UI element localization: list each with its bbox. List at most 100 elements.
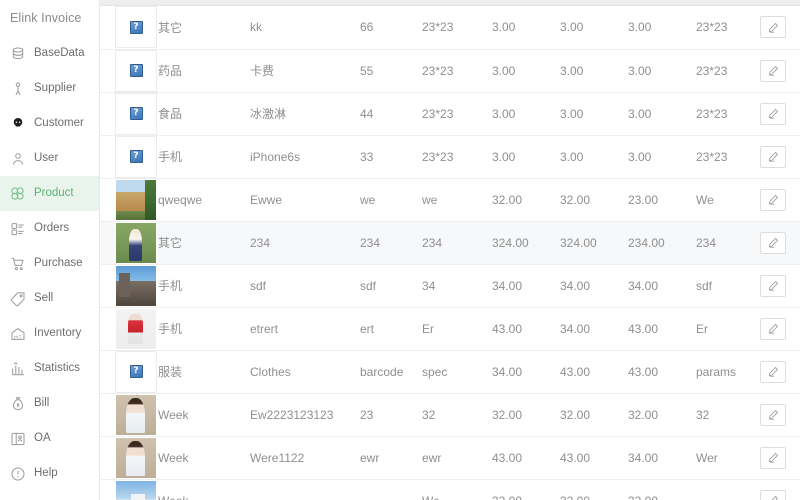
product-thumbnail[interactable] [115,480,157,500]
edit-row-button[interactable] [760,361,786,383]
edit-row-button[interactable] [760,318,786,340]
sidebar-item-basedata[interactable]: BaseData [0,36,99,71]
warehouse-icon [9,325,26,342]
sidebar-item-label: Sell [34,293,53,305]
cell-name: iPhone6s [250,135,360,178]
database-icon [9,45,26,62]
sidebar-item-oa[interactable]: OA [0,421,99,456]
product-thumbnail[interactable]: ? [115,6,157,48]
table-row[interactable]: 其它234234234324.00324.00234.00234 [100,221,800,264]
cell-category: 食品 [158,92,250,135]
table-row[interactable]: WeekWe32.0032.0032.00 [100,479,800,500]
cell-name: kk [250,6,360,49]
table-row[interactable]: ?其它kk6623*233.003.003.0023*23 [100,6,800,49]
cell-params: 234 [696,221,760,264]
cell-price3: 34.00 [628,264,696,307]
table-row[interactable]: ?服装Clothesbarcodespec34.0043.0043.00para… [100,350,800,393]
table-row[interactable]: 手机etrertertEr43.0034.0043.00Er [100,307,800,350]
sidebar-item-purchase[interactable]: Purchase [0,246,99,281]
cell-image: ? [100,135,158,178]
product-thumbnail[interactable] [115,437,157,479]
pencil-edit-icon [768,237,779,248]
table-row[interactable]: qweqweEwwewewe32.0032.0023.00We [100,178,800,221]
cell-name: 234 [250,221,360,264]
cell-category: 其它 [158,6,250,49]
cell-action [760,393,800,436]
cell-category: 药品 [158,49,250,92]
edit-row-button[interactable] [760,189,786,211]
sidebar-item-customer[interactable]: Customer [0,106,99,141]
sidebar-item-label: Supplier [34,83,76,95]
sidebar-item-help[interactable]: Help [0,456,99,491]
sidebar-item-product[interactable]: Product [0,176,99,211]
cell-params: We [696,178,760,221]
table-row[interactable]: WeekEw2223123123233232.0032.0032.0032 [100,393,800,436]
cell-category: 服装 [158,350,250,393]
cell-params: Wer [696,436,760,479]
sidebar-item-bill[interactable]: Bill [0,386,99,421]
broken-image-icon: ? [130,21,143,34]
cell-params: 23*23 [696,6,760,49]
sidebar-item-supplier[interactable]: Supplier [0,71,99,106]
table-row[interactable]: ?药品卡费5523*233.003.003.0023*23 [100,49,800,92]
cell-price2: 3.00 [560,6,628,49]
product-thumbnail[interactable]: ? [115,136,157,178]
product-thumbnail[interactable] [115,265,157,307]
table-row[interactable]: ?手机iPhone6s3323*233.003.003.0023*23 [100,135,800,178]
edit-row-button[interactable] [760,16,786,38]
cell-spec: 34 [422,264,492,307]
cell-image: ? [100,49,158,92]
edit-row-button[interactable] [760,146,786,168]
sidebar-item-statistics[interactable]: Statistics [0,351,99,386]
sidebar-item-label: Inventory [34,328,81,340]
cell-name: Ewwe [250,178,360,221]
cell-price1: 43.00 [492,436,560,479]
sidebar-item-sell[interactable]: Sell [0,281,99,316]
info-circle-icon [9,465,26,482]
cell-barcode: 44 [360,92,422,135]
cell-spec: 234 [422,221,492,264]
product-thumbnail[interactable]: ? [115,50,157,92]
purchase-cart-icon [9,255,26,272]
sidebar-item-orders[interactable]: Orders [0,211,99,246]
product-thumbnail[interactable] [115,222,157,264]
product-thumbnail[interactable] [115,179,157,221]
product-thumbnail[interactable] [115,308,157,350]
product-table-scroll[interactable]: ?其它kk6623*233.003.003.0023*23?药品卡费5523*2… [100,6,800,500]
product-thumbnail[interactable]: ? [115,93,157,135]
cell-barcode: 55 [360,49,422,92]
pencil-edit-icon [768,194,779,205]
cell-action [760,479,800,500]
user-icon [9,150,26,167]
cell-barcode: 66 [360,6,422,49]
edit-row-button[interactable] [760,275,786,297]
table-row[interactable]: WeekWere1122ewrewr43.0043.0034.00Wer [100,436,800,479]
edit-row-button[interactable] [760,60,786,82]
pencil-edit-icon [768,366,779,377]
cell-price3: 3.00 [628,92,696,135]
product-thumbnail[interactable] [115,394,157,436]
cell-price2: 34.00 [560,307,628,350]
cell-spec: 23*23 [422,49,492,92]
cell-price1: 43.00 [492,307,560,350]
edit-row-button[interactable] [760,404,786,426]
edit-row-button[interactable] [760,490,786,500]
edit-row-button[interactable] [760,447,786,469]
table-row[interactable]: 手机sdfsdf3434.0034.0034.00sdf [100,264,800,307]
pencil-edit-icon [768,151,779,162]
sidebar: Elink Invoice BaseDataSupplierCustomerUs… [0,0,100,500]
table-row[interactable]: ?食品冰激淋4423*233.003.003.0023*23 [100,92,800,135]
cell-name: etrert [250,307,360,350]
cell-name: Clothes [250,350,360,393]
cell-category: Week [158,436,250,479]
edit-row-button[interactable] [760,103,786,125]
edit-row-button[interactable] [760,232,786,254]
cell-price3: 43.00 [628,307,696,350]
cell-barcode: 23 [360,393,422,436]
sidebar-item-inventory[interactable]: Inventory [0,316,99,351]
sidebar-item-user[interactable]: User [0,141,99,176]
sidebar-item-label: Customer [34,118,84,130]
product-thumbnail[interactable]: ? [115,351,157,393]
cell-spec: 23*23 [422,6,492,49]
cell-price2: 3.00 [560,92,628,135]
